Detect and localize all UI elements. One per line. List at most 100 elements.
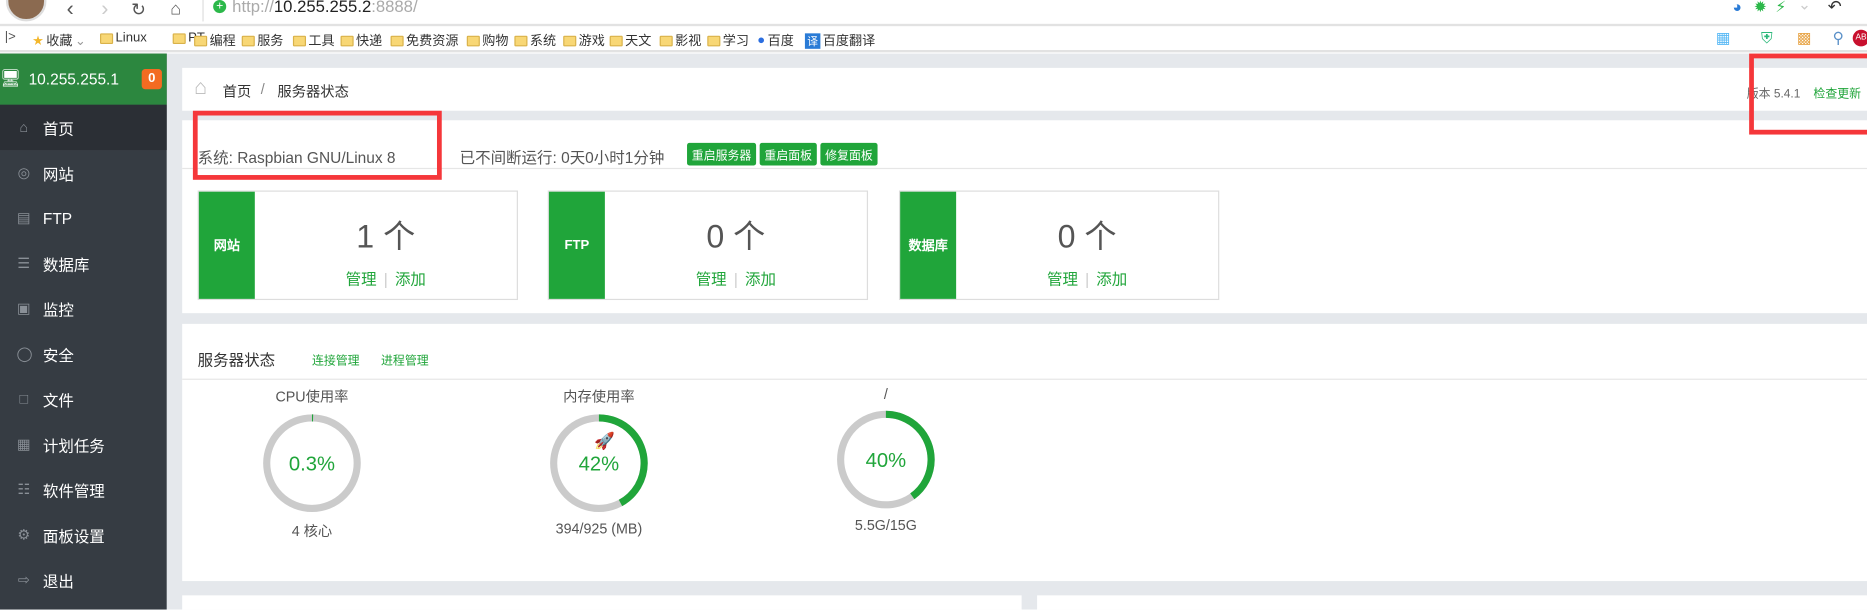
bookmark-item[interactable]: 免费资源 [390, 31, 458, 50]
usage-gauge[interactable]: / 40% 5.5G/15G [820, 385, 951, 534]
sidebar-item[interactable]: ▦ 计划任务 [0, 422, 167, 467]
sidebar-item[interactable]: □ 文件 [0, 376, 167, 421]
gauge-value: 40% [866, 450, 907, 472]
sidebar: 🖥 10.255.255.1 0 ⌂ 首页 ◎ 网站 ▤ FTP ☰ 数据库 ▣ 监控 ◯ 安全 □ 文件… [0, 53, 167, 610]
sidebar-item-label: 文件 [42, 391, 74, 410]
sidebar-item[interactable]: ☷ 软件管理 [0, 467, 167, 512]
folder-icon [707, 35, 721, 46]
repair-panel-button[interactable]: 修复面板 [820, 142, 878, 166]
card-label: FTP [548, 191, 605, 299]
home-icon: ⌂ [19, 119, 29, 136]
shield-icon[interactable]: ⛨ [1761, 29, 1773, 48]
manage-link[interactable]: 管理 [696, 270, 727, 288]
logout-icon: ⇨ [17, 571, 30, 589]
notification-badge[interactable]: 0 [141, 69, 162, 90]
bookmark-item[interactable]: 影视 [659, 31, 701, 50]
process-manage-link[interactable]: 进程管理 [381, 350, 429, 368]
restart-panel-button[interactable]: 重启面板 [759, 142, 817, 166]
sidebar-item[interactable]: ⚙ 面板设置 [0, 512, 167, 557]
bookmark-item[interactable]: 编程 [194, 31, 236, 50]
adblock-icon[interactable]: AB [1852, 29, 1867, 47]
sidebar-item[interactable]: ▣ 监控 [0, 286, 167, 331]
bookmarks-bar: |> ★收藏⌄LinuxPT编程服务工具快递免费资源购物系统游戏天文影视学习●百… [0, 23, 1867, 53]
extension-icon[interactable]: ▩ [1797, 29, 1812, 48]
gauge-title: / [883, 385, 888, 403]
restart-server-button[interactable]: 重启服务器 [687, 142, 757, 166]
breadcrumb-current: 服务器状态 [277, 83, 349, 101]
bookmark-item[interactable]: 系统 [514, 31, 556, 50]
folder-icon [609, 35, 623, 46]
bookmark-item[interactable]: 学习 [707, 31, 749, 50]
home-icon[interactable]: ⌂ [170, 0, 181, 19]
bookmark-item[interactable]: 工具 [292, 31, 335, 50]
database-icon: ☰ [17, 254, 31, 272]
usage-gauge[interactable]: 内存使用率 🚀 42% 394/925 (MB) [533, 386, 664, 537]
sidebar-toggle-icon[interactable]: |> [5, 30, 16, 44]
sidebar-item-label: 首页 [42, 119, 74, 138]
bookmark-item[interactable]: 游戏 [563, 31, 605, 50]
gauge-value: 42% [579, 453, 620, 475]
extension-icon[interactable]: ✹ [1754, 0, 1767, 17]
add-link[interactable]: 添加 [1096, 270, 1127, 288]
gauge-footer: 4 核心 [291, 522, 333, 540]
sidebar-item-label: 网站 [42, 164, 74, 183]
bookmark-item[interactable]: 天文 [609, 31, 651, 50]
manage-link[interactable]: 管理 [346, 270, 377, 288]
sidebar-item[interactable]: ▤ FTP [0, 195, 167, 240]
folder-icon [194, 35, 208, 46]
back-icon[interactable]: ‹ [67, 0, 74, 21]
folder-icon [563, 35, 577, 46]
bookmark-item[interactable]: 快递 [340, 31, 382, 50]
star-icon: ★ [32, 33, 44, 49]
secure-icon: + [213, 0, 227, 14]
bookmark-item[interactable]: Linux [100, 31, 147, 45]
bookmark-item[interactable]: 译百度翻译 [804, 31, 875, 50]
rocket-icon: 🚀 [594, 431, 615, 451]
folder-icon [172, 32, 186, 44]
sidebar-item[interactable]: ◯ 安全 [0, 331, 167, 376]
stat-card: FTP 0 个管理 | 添加 [547, 190, 869, 301]
undo-icon[interactable]: ↶ [1828, 0, 1842, 17]
add-link[interactable]: 添加 [745, 270, 776, 288]
sidebar-item-label: 软件管理 [42, 481, 105, 500]
bookmark-item[interactable]: 购物 [466, 31, 508, 50]
card-label: 网站 [198, 191, 255, 299]
url-field[interactable]: http://10.255.255.2:8888/ [232, 0, 417, 15]
lightning-icon[interactable]: ⚡ [1775, 0, 1786, 17]
highlight-box-version [1749, 53, 1867, 135]
add-link[interactable]: 添加 [395, 270, 426, 288]
sidebar-item[interactable]: ◎ 网站 [0, 150, 167, 195]
apps-icon[interactable]: ▦ [1716, 29, 1731, 48]
sidebar-item[interactable]: ☰ 数据库 [0, 241, 167, 286]
chevron-down-icon[interactable]: ⌄ [1798, 0, 1811, 14]
sidebar-item[interactable]: ⌂ 首页 [0, 104, 167, 151]
usage-gauge[interactable]: CPU使用率 0.3% 4 核心 [246, 386, 377, 541]
forward-icon[interactable]: › [101, 0, 108, 21]
bookmark-item[interactable]: ● 百度 [757, 31, 794, 50]
card-count: 1 个 [356, 219, 416, 255]
sidebar-item[interactable]: ⇨ 退出 [0, 557, 167, 602]
gauge-footer: 5.5G/15G [854, 516, 917, 534]
bookmark-item[interactable]: ★ 收藏 ⌄ [32, 31, 86, 50]
folder-icon [514, 35, 528, 46]
breadcrumb: ⌂ 首页 / 服务器状态 版本 5.4.1 检查更新 [182, 67, 1867, 111]
sidebar-item-label: 数据库 [42, 255, 90, 274]
bookmark-item[interactable]: 服务 [241, 31, 283, 50]
highlight-box-os [192, 110, 442, 180]
uptime-info: 已不间断运行: 0天0小时1分钟 [459, 148, 665, 167]
connection-manage-link[interactable]: 连接管理 [312, 350, 360, 368]
home-icon[interactable]: ⌂ [194, 75, 207, 100]
folder-icon [100, 32, 114, 44]
gear-icon: ⚙ [17, 526, 31, 543]
search-icon[interactable]: ⚲ [1832, 29, 1843, 48]
section-title: 服务器状态 [197, 351, 276, 370]
translate-icon: 译 [804, 32, 821, 49]
gauge-title: 内存使用率 [563, 388, 635, 405]
manage-link[interactable]: 管理 [1047, 270, 1078, 288]
extension-icon[interactable]: ◕ [1732, 0, 1741, 15]
breadcrumb-home[interactable]: 首页 [223, 81, 252, 101]
sidebar-item-label: FTP [42, 208, 73, 227]
avatar[interactable] [5, 0, 47, 22]
refresh-icon[interactable]: ↻ [131, 0, 146, 20]
stat-card: 网站 1 个管理 | 添加 [197, 190, 518, 301]
